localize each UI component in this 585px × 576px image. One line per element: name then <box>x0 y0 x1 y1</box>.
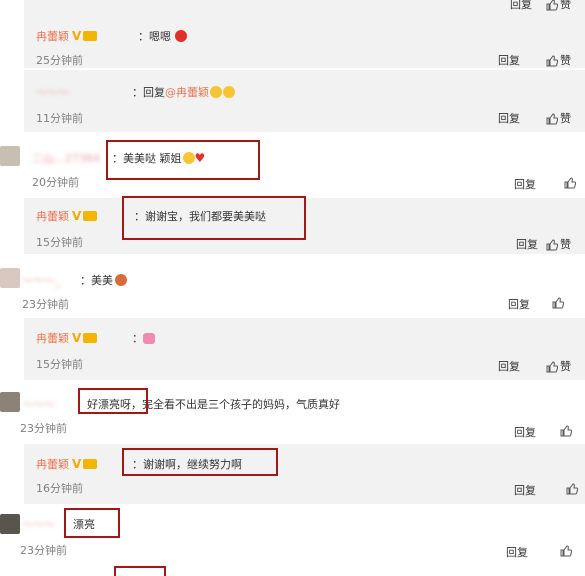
comment-item: 二山…27364 ：美美哒 颖姐 ♥ 20分钟前 回复 <box>0 138 585 196</box>
reply-button[interactable]: 回复 <box>514 482 536 498</box>
reply-button[interactable]: 回复 <box>506 544 528 560</box>
thumbs-up-icon <box>566 483 579 495</box>
comment-text: ： <box>132 330 155 346</box>
thumbs-up-icon <box>546 55 559 67</box>
reply-button[interactable]: 回复 <box>516 236 538 252</box>
heart-sticker-icon <box>143 333 155 344</box>
reply-item: 冉蕾颖 V ：谢谢啊，继续努力啊 16分钟前 回复 <box>24 444 585 504</box>
user-name[interactable]: 冉蕾颖 V <box>36 208 98 224</box>
comment-text: ：美美 <box>80 272 127 288</box>
member-crown-icon <box>83 333 98 343</box>
thumbs-up-icon <box>546 113 559 125</box>
user-name[interactable]: 冉蕾颖 V <box>36 28 98 44</box>
timestamp: 23分钟前 <box>20 544 67 557</box>
highlight-box <box>122 448 278 476</box>
timestamp: 15分钟前 <box>36 358 83 371</box>
reply-block-top: 回复 赞 <box>24 0 585 14</box>
avatar[interactable] <box>0 514 20 534</box>
member-crown-icon <box>83 31 98 41</box>
verified-v-icon: V <box>72 209 82 223</box>
verified-v-icon: V <box>72 457 82 471</box>
user-name[interactable]: ～～～ <box>36 84 69 100</box>
reply-item: 冉蕾颖 V ：嗯嗯 25分钟前 回复 赞 <box>24 14 585 68</box>
face-emoji-icon <box>210 86 222 98</box>
thumbs-up-icon <box>546 361 559 373</box>
flower-emoji-icon <box>174 30 187 42</box>
highlight-box <box>122 196 306 240</box>
reply-button[interactable]: 回复 <box>514 424 536 440</box>
user-name[interactable]: 冉蕾颖 V <box>36 456 98 472</box>
thumbs-up-icon <box>564 177 577 189</box>
highlight-box <box>78 388 148 414</box>
timestamp: 23分钟前 <box>20 422 67 435</box>
user-name[interactable]: ～～～_ <box>22 272 61 288</box>
sticker-emoji-icon <box>115 274 127 286</box>
face-emoji-icon <box>223 86 235 98</box>
reply-button[interactable]: 回复 <box>514 176 536 192</box>
member-crown-icon <box>83 459 98 469</box>
reply-button[interactable]: 回复 <box>498 52 520 68</box>
reply-item: 冉蕾颖 V ： 15分钟前 回复 赞 <box>24 318 585 380</box>
like-button[interactable] <box>552 296 566 309</box>
reply-button[interactable]: 回复 <box>498 358 520 374</box>
member-crown-icon <box>83 211 98 221</box>
user-name[interactable]: 冉蕾颖 V <box>36 330 98 346</box>
avatar[interactable] <box>0 392 20 412</box>
verified-v-icon: V <box>72 29 82 43</box>
timestamp: 23分钟前 <box>22 298 69 311</box>
thumbs-up-icon <box>546 239 559 251</box>
timestamp: 15分钟前 <box>36 236 83 249</box>
timestamp: 20分钟前 <box>32 176 79 189</box>
like-button[interactable]: 赞 <box>546 52 571 68</box>
like-button[interactable] <box>560 424 574 437</box>
timestamp: 11分钟前 <box>36 112 83 125</box>
like-button[interactable]: 赞 <box>546 0 571 12</box>
like-button[interactable] <box>560 544 574 557</box>
like-button[interactable]: 赞 <box>546 236 571 252</box>
like-button[interactable] <box>566 482 580 495</box>
thumbs-up-icon <box>546 0 559 11</box>
highlight-box <box>114 566 166 576</box>
highlight-box <box>64 508 120 538</box>
user-name[interactable]: ～～～ <box>22 396 55 412</box>
verified-v-icon: V <box>72 331 82 345</box>
reply-item: ～～～ ：回复@冉蕾颖 11分钟前 回复 赞 <box>24 70 585 132</box>
reply-button[interactable]: 回复 <box>508 296 530 312</box>
comment-text: ：嗯嗯 <box>138 28 187 44</box>
mention-link[interactable]: @冉蕾颖 <box>165 86 209 99</box>
thumbs-up-icon <box>560 425 573 437</box>
user-name[interactable]: ～～～ <box>22 516 55 532</box>
reply-button[interactable]: 回复 <box>510 0 532 12</box>
user-name[interactable]: 二山…27364 <box>32 150 100 166</box>
like-button[interactable]: 赞 <box>546 110 571 126</box>
like-button[interactable] <box>564 176 578 189</box>
avatar[interactable] <box>0 268 20 288</box>
thumbs-up-icon <box>552 297 565 309</box>
highlight-box <box>106 140 260 180</box>
timestamp: 25分钟前 <box>36 54 83 67</box>
timestamp: 16分钟前 <box>36 482 83 495</box>
avatar[interactable] <box>0 146 20 166</box>
like-button[interactable]: 赞 <box>546 358 571 374</box>
thumbs-up-icon <box>560 545 573 557</box>
comment-text: ：回复@冉蕾颖 <box>132 84 235 100</box>
reply-button[interactable]: 回复 <box>498 110 520 126</box>
comment-item: ～～～_ ：美美 23分钟前 回复 <box>0 262 585 316</box>
